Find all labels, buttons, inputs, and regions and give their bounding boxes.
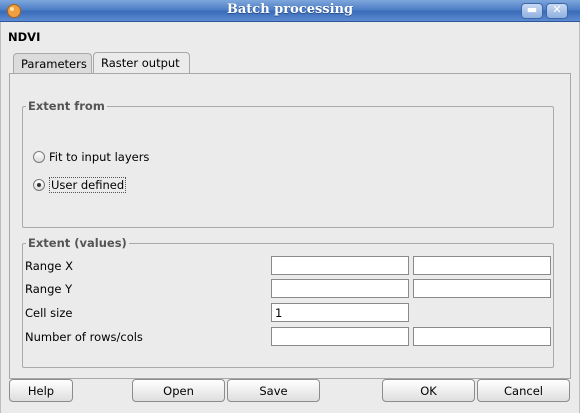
- raster-output-panel: Extent from Fit to input layers User def…: [9, 73, 571, 379]
- range-x-min-input[interactable]: [271, 256, 409, 275]
- fit-to-input-layers-label: Fit to input layers: [49, 150, 150, 164]
- window-title: Batch processing: [226, 2, 354, 17]
- fit-to-input-layers-option[interactable]: Fit to input layers: [33, 148, 149, 166]
- title-bar: Batch processing ▬ ✕: [0, 0, 580, 22]
- range-y-label: Range Y: [25, 282, 73, 296]
- extent-from-group: Extent from Fit to input layers User def…: [22, 99, 554, 228]
- user-defined-label: User defined: [49, 177, 127, 193]
- range-x-max-input[interactable]: [413, 256, 551, 275]
- ok-button[interactable]: OK: [382, 379, 475, 402]
- range-x-label: Range X: [25, 259, 73, 273]
- user-defined-option[interactable]: User defined: [33, 176, 127, 194]
- dialog-body: NDVI Parameters Raster output Extent fro…: [0, 22, 580, 413]
- cols-input[interactable]: [413, 327, 551, 346]
- range-y-max-input[interactable]: [413, 279, 551, 298]
- cell-size-label: Cell size: [25, 306, 73, 320]
- extent-values-group: Extent (values) Range X Range Y Cell siz…: [22, 236, 554, 368]
- algorithm-name: NDVI: [8, 30, 41, 44]
- help-button[interactable]: Help: [9, 379, 73, 402]
- cell-size-input[interactable]: [271, 303, 409, 322]
- minimize-button[interactable]: ▬: [521, 3, 543, 19]
- rows-input[interactable]: [271, 327, 409, 346]
- save-button[interactable]: Save: [227, 379, 320, 402]
- fit-to-input-layers-radio[interactable]: [33, 151, 45, 163]
- cancel-button[interactable]: Cancel: [477, 379, 570, 402]
- close-icon: ✕: [552, 3, 562, 16]
- open-button[interactable]: Open: [132, 379, 225, 402]
- tab-parameters[interactable]: Parameters: [13, 53, 92, 74]
- close-button[interactable]: ✕: [546, 3, 568, 19]
- rows-cols-label: Number of rows/cols: [25, 330, 143, 344]
- minimize-icon: ▬: [526, 3, 538, 16]
- extent-values-title: Extent (values): [26, 236, 129, 250]
- range-y-min-input[interactable]: [271, 279, 409, 298]
- extent-from-title: Extent from: [26, 99, 107, 113]
- tab-raster-output[interactable]: Raster output: [93, 52, 190, 74]
- user-defined-radio[interactable]: [33, 179, 45, 191]
